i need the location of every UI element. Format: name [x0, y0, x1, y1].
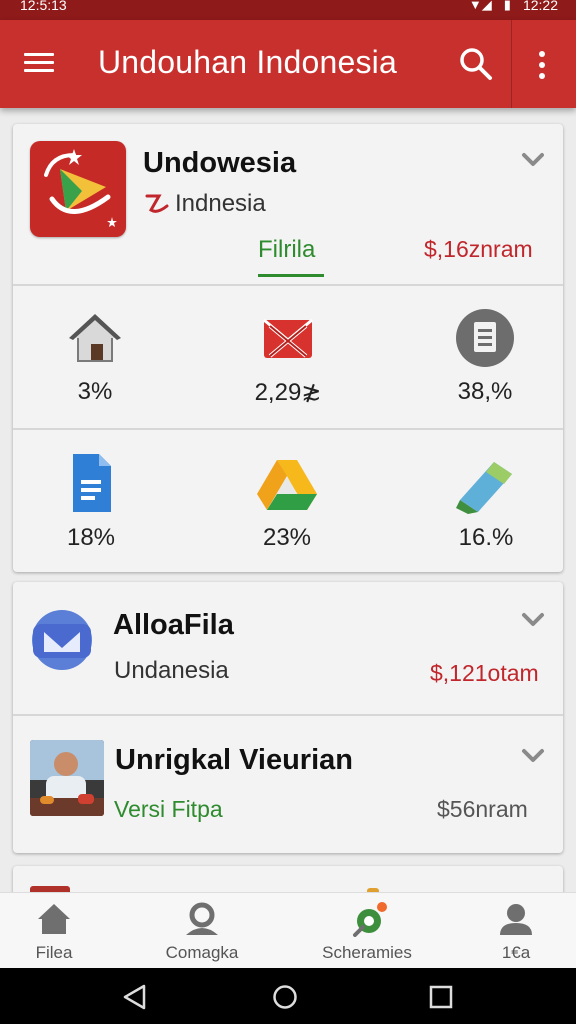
status-bar: 12:5:13 ▼◢ ▮ 12:22 [0, 0, 576, 20]
person-circle-icon [186, 902, 218, 935]
featured-subtitle: Indnesia [175, 190, 266, 217]
app-list-card: AlloaFila Undanesia $,121otam Unrigkal V… [13, 582, 563, 853]
status-time-right: 12:22 [522, 0, 558, 13]
stat-value: 3% [77, 378, 113, 405]
nav-label: Scheramies [322, 943, 412, 962]
developer-icon [145, 194, 169, 213]
back-icon[interactable] [122, 984, 148, 1010]
nav-item-comagka[interactable]: Comagka [142, 893, 262, 969]
play-star-icon [44, 149, 117, 227]
pencil-icon [456, 462, 512, 514]
card-divider [13, 428, 563, 430]
account-icon [500, 904, 532, 935]
stat-value: 2,29≵ [254, 379, 322, 406]
list-item-title: AlloaFila [113, 609, 234, 641]
nav-label: Filea [35, 943, 73, 962]
chevron-down-icon[interactable] [521, 152, 545, 168]
list-item-subtitle: Undanesia [114, 657, 229, 684]
mail-app-icon [32, 610, 92, 670]
stat-value: 38,% [457, 378, 513, 405]
status-time: 12:5:13 [20, 0, 67, 13]
house-icon [69, 314, 121, 362]
menu-button[interactable] [24, 48, 60, 78]
battery-icon: ▮ [503, 0, 511, 12]
tab-indicator [258, 274, 324, 277]
chevron-down-icon[interactable] [521, 748, 545, 764]
search-button[interactable] [458, 46, 494, 82]
docs-icon [73, 454, 111, 512]
stat-cell-mail[interactable]: 2,29≵ [218, 304, 358, 414]
recents-icon[interactable] [429, 984, 453, 1010]
featured-title: Undowesia [143, 147, 297, 179]
chevron-down-icon[interactable] [521, 612, 545, 628]
signal-icon: ▼◢ [468, 0, 492, 12]
home-circle-icon[interactable] [272, 984, 298, 1010]
stat-value: 18% [66, 524, 116, 551]
featured-app-card[interactable]: Undowesia Indnesia Filrila $,16znram 3% … [13, 124, 563, 572]
app-bar-divider [511, 20, 512, 108]
nav-label: Comagka [165, 943, 239, 962]
list-item[interactable]: AlloaFila Undanesia $,121otam [13, 582, 563, 714]
list-item-price: $56nram [437, 796, 528, 822]
stat-cell-home[interactable]: 3% [25, 304, 165, 414]
app-icon [30, 141, 126, 237]
more-options-button[interactable] [528, 46, 556, 82]
list-item[interactable]: Unrigkal Vieurian Versi Fitpa $56nram [13, 716, 563, 853]
video-thumbnail [30, 740, 104, 816]
nav-item-account[interactable]: 1€a [456, 893, 576, 969]
list-item-title: Unrigkal Vieurian [115, 744, 353, 776]
share-icon [353, 902, 387, 937]
bottom-navigation: Filea Comagka Scheramies 1€a [0, 892, 576, 968]
stat-cell-docs[interactable]: 18% [21, 444, 161, 554]
nav-item-scheramies[interactable]: Scheramies [307, 893, 427, 969]
list-item-price: $,121otam [430, 660, 539, 686]
stat-cell-drive[interactable]: 23% [217, 444, 357, 554]
status-icons: ▼◢ ▮ 12:22 [469, 0, 558, 13]
system-navigation-bar [0, 968, 576, 1024]
stat-value: 23% [262, 524, 312, 551]
app-bar: Undouhan Indonesia [0, 20, 576, 108]
home-icon [38, 904, 70, 934]
list-item-subtitle: Versi Fitpa [114, 796, 223, 822]
tab-filrila[interactable]: Filrila [258, 236, 315, 264]
mail-cross-icon [263, 318, 313, 358]
stat-value: 16.% [458, 524, 514, 551]
featured-price: $,16znram [424, 236, 533, 262]
stat-cell-pencil[interactable]: 16.% [416, 444, 556, 554]
nav-item-filea[interactable]: Filea [0, 893, 114, 969]
search-icon [460, 48, 492, 80]
app-title: Undouhan Indonesia [98, 44, 397, 80]
stat-cell-document[interactable]: 38,% [415, 304, 555, 414]
drive-icon [257, 460, 317, 510]
nav-label: 1€a [501, 943, 531, 962]
card-divider [13, 284, 563, 286]
document-circle-icon [456, 309, 514, 367]
